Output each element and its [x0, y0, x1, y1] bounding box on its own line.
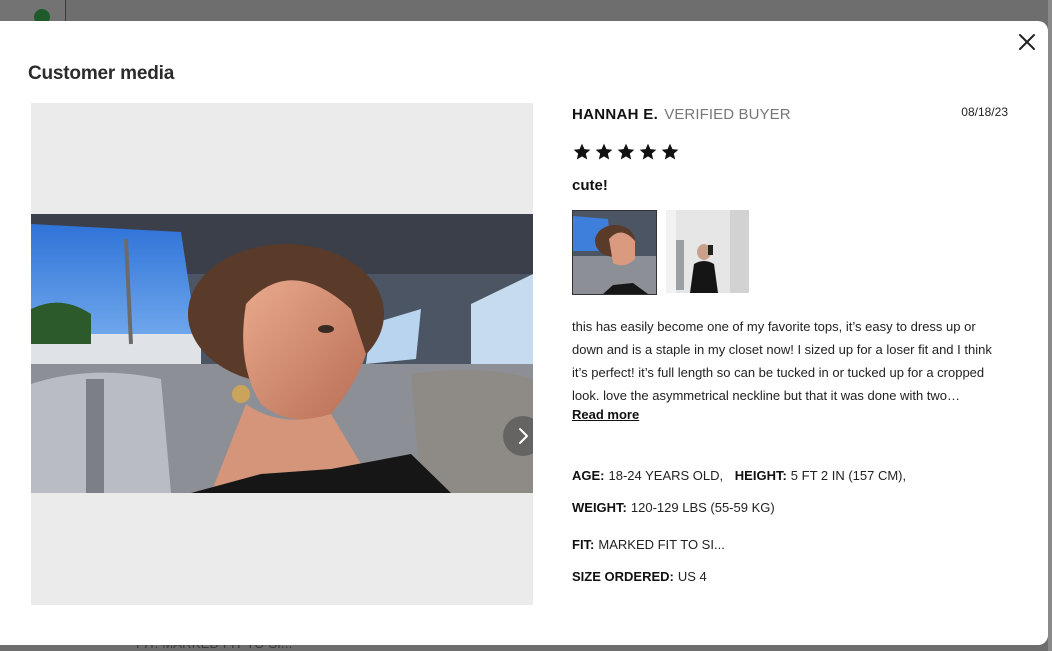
- height-value: 5 FT 2 IN (157 CM),: [790, 468, 907, 483]
- star-icon: [639, 143, 657, 160]
- star-rating: [572, 142, 680, 162]
- reviewer-name: HANNAH E.: [572, 106, 659, 123]
- height-label: HEIGHT:: [734, 468, 787, 483]
- reviewer-attributes-row-1: AGE: 18-24 YEARS OLD, HEIGHT: 5 FT 2 IN (1…: [572, 468, 914, 483]
- age-label: AGE:: [572, 468, 605, 483]
- fit-label: FIT:: [572, 537, 595, 552]
- customer-media-modal: Customer media HANNAH E. VERIFIED BUYER …: [0, 21, 1048, 645]
- size-ordered-value: US 4: [677, 569, 707, 584]
- star-icon: [595, 143, 613, 160]
- size-ordered-label: SIZE ORDERED:: [572, 569, 674, 584]
- modal-title: Customer media: [28, 63, 175, 84]
- star-icon: [573, 143, 591, 160]
- fit-row: FIT: MARKED FIT TO SI...: [572, 537, 733, 552]
- close-icon: [1019, 34, 1035, 50]
- weight-value: 120-129 LBS (55-59 KG): [630, 500, 775, 515]
- reviewer-attributes-row-2: WEIGHT: 120-129 LBS (55-59 KG): [572, 500, 783, 515]
- reviewer-info: HANNAH E. VERIFIED BUYER: [572, 106, 791, 123]
- thumbnail-image: [573, 211, 656, 294]
- thumbnail-1[interactable]: [572, 210, 657, 295]
- close-button[interactable]: [1016, 31, 1038, 53]
- review-body: this has easily become one of my favorit…: [572, 319, 992, 403]
- customer-photo: [31, 214, 533, 493]
- thumbnail-2[interactable]: [666, 210, 751, 295]
- background-edge: [1048, 0, 1052, 651]
- star-icon: [661, 143, 679, 160]
- weight-label: WEIGHT:: [572, 500, 627, 515]
- review-title: cute!: [572, 177, 608, 194]
- media-thumbnails: [572, 210, 751, 295]
- read-more-link[interactable]: Read more: [572, 407, 639, 422]
- age-value: 18-24 YEARS OLD,: [608, 468, 724, 483]
- size-ordered-row: SIZE ORDERED: US 4: [572, 569, 715, 584]
- media-viewer: [31, 103, 533, 605]
- review-date: 08/18/23: [961, 105, 1008, 119]
- verified-buyer-badge: VERIFIED BUYER: [664, 106, 791, 123]
- star-icon: [617, 143, 635, 160]
- fit-value: MARKED FIT TO SI...: [598, 537, 725, 552]
- chevron-right-icon: [519, 428, 528, 444]
- thumbnail-image: [666, 210, 749, 293]
- background-checkbox: [0, 0, 66, 25]
